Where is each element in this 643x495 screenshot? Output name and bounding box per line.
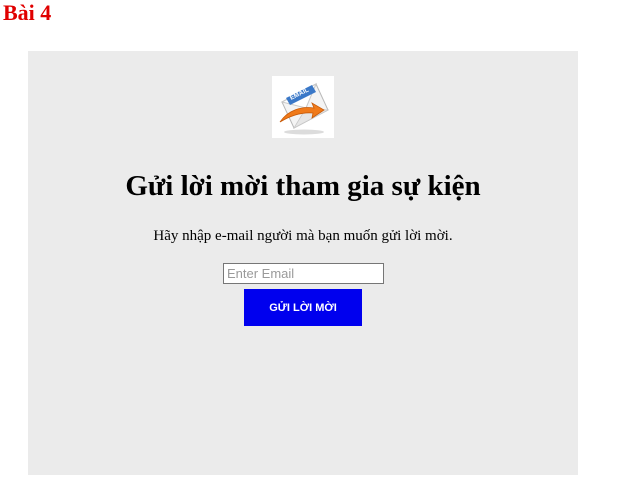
email-envelope-icon: EMAIL: [272, 76, 334, 138]
invite-title: Gửi lời mời tham gia sự kiện: [125, 170, 481, 202]
send-invite-button[interactable]: GỬI LỜI MỜI: [244, 289, 362, 326]
invite-card: EMAIL Gửi lời mời tham gia sự kiện Hãy n…: [28, 51, 578, 475]
email-input[interactable]: [223, 263, 384, 284]
page-heading: Bài 4: [3, 0, 52, 25]
invite-description: Hãy nhập e-mail người mà bạn muốn gửi lờ…: [153, 228, 453, 244]
